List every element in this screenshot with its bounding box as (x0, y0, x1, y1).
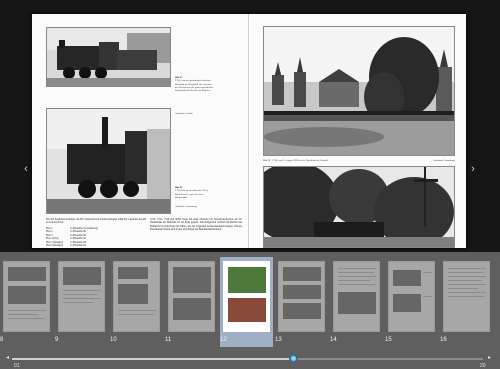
page-left: Bild 95 T 9(3) von der geräumigen einfac… (32, 14, 249, 248)
photo-locomotive-top (46, 27, 171, 87)
thumbnail-page[interactable]: 8 (0, 257, 53, 347)
thumbnail-image (443, 261, 490, 332)
thumbnail-page-number: 13 (275, 337, 282, 343)
page-right: Bild 98 · T 9(3) am 11. August 1968 bei … (249, 14, 466, 248)
caption-text: T 9(3) von der geräumigen einfachen Werk… (175, 79, 214, 93)
chevron-left-icon[interactable]: ‹ (21, 162, 31, 176)
thumbnail-page-number: 12 (220, 337, 227, 343)
thumbnail-image (278, 261, 325, 332)
body-text-right: 1970, 7552, 7558 und 9080. Dazu hat eine… (150, 218, 242, 232)
chevron-right-icon[interactable]: › (468, 162, 478, 176)
photo-caption-town: Bild 98 · T 9(3) am 11. August 1968 bei … (263, 159, 329, 162)
thumbnail-image (113, 261, 160, 332)
thumbnail-page[interactable]: 14 (330, 257, 383, 347)
thumbnail-page-number: 9 (55, 337, 59, 343)
thumbnail-image (333, 261, 380, 332)
photo-caption-mid: Bild 96 T 9(3) 890 aus der Baureihe 91 i… (175, 186, 215, 204)
thumbnail-page-selected[interactable]: 12 (220, 257, 273, 347)
thumbnail-image (388, 261, 435, 332)
page-viewer: ‹ Bild 95 T 9(3) von der geräumigen einf… (0, 0, 500, 252)
thumbnail-page-number: 10 (110, 337, 117, 343)
photo-credit-mid: Aufnahme: Sammlung (175, 205, 197, 208)
photo-locomotive-main (46, 108, 171, 214)
book-spread: Bild 95 T 9(3) von der geräumigen einfac… (32, 14, 466, 248)
thumbnail-page[interactable]: 10 (110, 257, 163, 347)
thumbnail-page-number: 14 (330, 337, 337, 343)
slider-range-start: 01 (14, 363, 20, 369)
thumbnail-page-number: 11 (165, 337, 172, 343)
slider-range-end: 20 (480, 363, 486, 369)
thumbnail-image (168, 261, 215, 332)
photo-town-bridge (263, 26, 455, 156)
page-last-icon[interactable]: ▸ (488, 354, 491, 361)
thumbnail-page[interactable]: 15 (385, 257, 438, 347)
thumbnail-page-number: 16 (440, 337, 447, 343)
thumbnail-image (3, 261, 50, 332)
thumbnail-page[interactable]: 13 (275, 257, 328, 347)
thumbnail-image (223, 261, 270, 332)
photo-credit-top: Aufnahme: Archiv (175, 112, 193, 115)
photo-caption-top: Bild 95 T 9(3) von der geräumigen einfac… (175, 76, 215, 110)
thumbnail-page[interactable]: 16 (440, 257, 493, 347)
thumbnail-page[interactable]: 9 (55, 257, 108, 347)
locomotive-plan-list: Plan 1 1x Baureihe 91 (Güterzug) Plan 2 1x… (46, 227, 146, 247)
thumbnail-strip: 8 9 10 11 12 13 14 15 16 ◂ ▸ 01 20 (0, 252, 500, 369)
thumbnail-image (58, 261, 105, 332)
thumbnail-list: 8 9 10 11 12 13 14 15 16 (0, 257, 500, 347)
thumbnail-page-number: 8 (0, 337, 4, 343)
page-slider-handle[interactable] (289, 354, 298, 363)
thumbnail-page[interactable]: 11 (165, 257, 218, 347)
thumbnail-page-number: 15 (385, 337, 392, 343)
photo-railway-forest (263, 166, 455, 248)
caption-text: T 9(3) 890 aus der Baureihe 91 im Betrie… (175, 189, 208, 199)
page-slider-fill (12, 358, 293, 360)
list-item: Plan 6 (Rangier) 1x Baureihe 94 (46, 244, 86, 248)
photo-credit-town: Aufnahme: Sammlung (433, 159, 455, 162)
page-first-icon[interactable]: ◂ (6, 354, 9, 361)
